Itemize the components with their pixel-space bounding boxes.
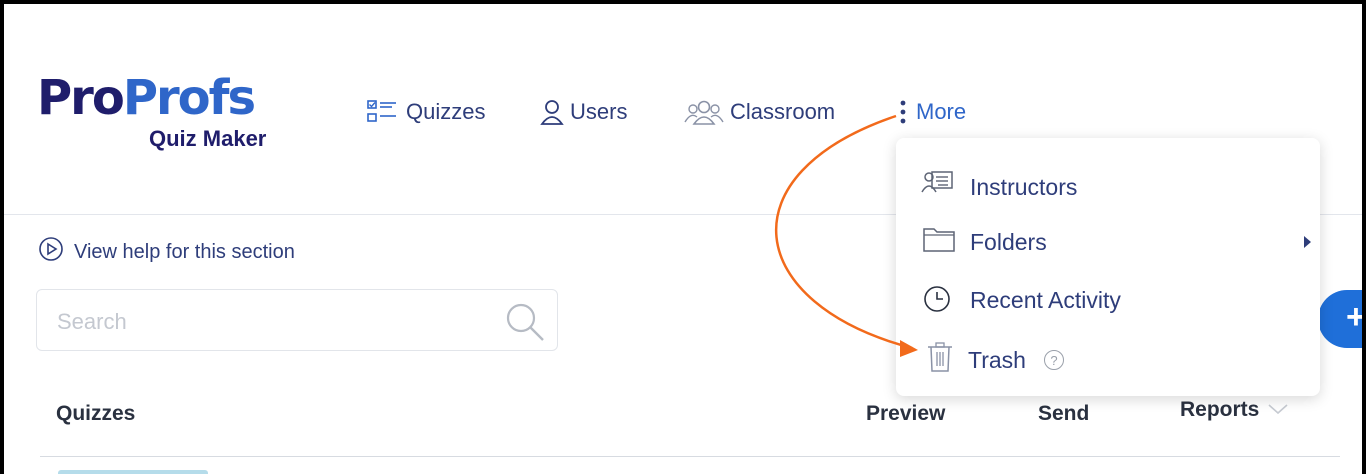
logo-product-name: Quiz Maker (149, 126, 267, 151)
nav-users-label: Users (570, 99, 628, 124)
more-dropdown-menu: Instructors Folders Recent Activity Tras… (896, 138, 1320, 396)
nav-more[interactable]: More (896, 98, 966, 126)
submenu-arrow-icon (1304, 236, 1311, 248)
menu-item-instructors-label: Instructors (970, 173, 1078, 200)
folder-icon (922, 224, 956, 260)
logo-profs-text: Profs (122, 70, 256, 126)
instructor-icon (920, 166, 956, 208)
view-help-label: View help for this section (74, 240, 295, 263)
nav-classroom-label: Classroom (730, 99, 836, 124)
nav-classroom[interactable]: Classroom (684, 98, 835, 126)
menu-item-instructors[interactable]: Instructors (920, 166, 1077, 208)
col-header-preview: Preview (866, 402, 946, 425)
col-header-reports-label: Reports (1180, 398, 1260, 421)
quiz-list-icon (366, 98, 400, 126)
plus-icon: + (1346, 298, 1366, 336)
col-header-reports[interactable]: Reports (1180, 398, 1289, 422)
app-window: ProProfs Quiz Maker Quizzes Users Classr… (0, 0, 1366, 474)
group-icon (684, 98, 724, 126)
menu-item-trash-label: Trash (968, 346, 1026, 373)
menu-item-folders[interactable]: Folders (922, 224, 1047, 260)
col-header-quizzes: Quizzes (56, 402, 136, 425)
col-header-send: Send (1038, 402, 1090, 425)
user-icon (540, 98, 564, 126)
nav-users[interactable]: Users (540, 98, 627, 126)
play-circle-icon (38, 236, 64, 268)
proprofs-logo[interactable]: ProProfs Quiz Maker (37, 74, 266, 151)
question-circle-icon[interactable]: ? (1043, 350, 1064, 370)
nav-quizzes-label: Quizzes (406, 99, 486, 124)
view-help-link[interactable]: View help for this section (38, 236, 295, 268)
kebab-icon (896, 98, 910, 126)
table-header-divider (40, 456, 1340, 457)
menu-item-folders-label: Folders (970, 228, 1047, 255)
menu-item-recent-activity-label: Recent Activity (970, 286, 1121, 313)
trash-icon (926, 340, 954, 380)
search-input[interactable] (55, 304, 489, 340)
menu-item-recent-activity[interactable]: Recent Activity (922, 280, 1121, 320)
table-row-tag (58, 470, 208, 474)
menu-item-trash[interactable]: Trash ? (926, 340, 1064, 380)
search-box (36, 289, 558, 351)
add-quiz-button[interactable]: + (1318, 290, 1366, 348)
nav-more-label: More (916, 99, 967, 124)
chevron-down-icon (1267, 398, 1289, 422)
nav-quizzes[interactable]: Quizzes (366, 98, 485, 126)
logo-pro-text: Pro (37, 70, 125, 126)
search-icon[interactable] (503, 300, 547, 349)
clock-icon (922, 280, 956, 320)
logo-wordmark: ProProfs (37, 74, 256, 122)
